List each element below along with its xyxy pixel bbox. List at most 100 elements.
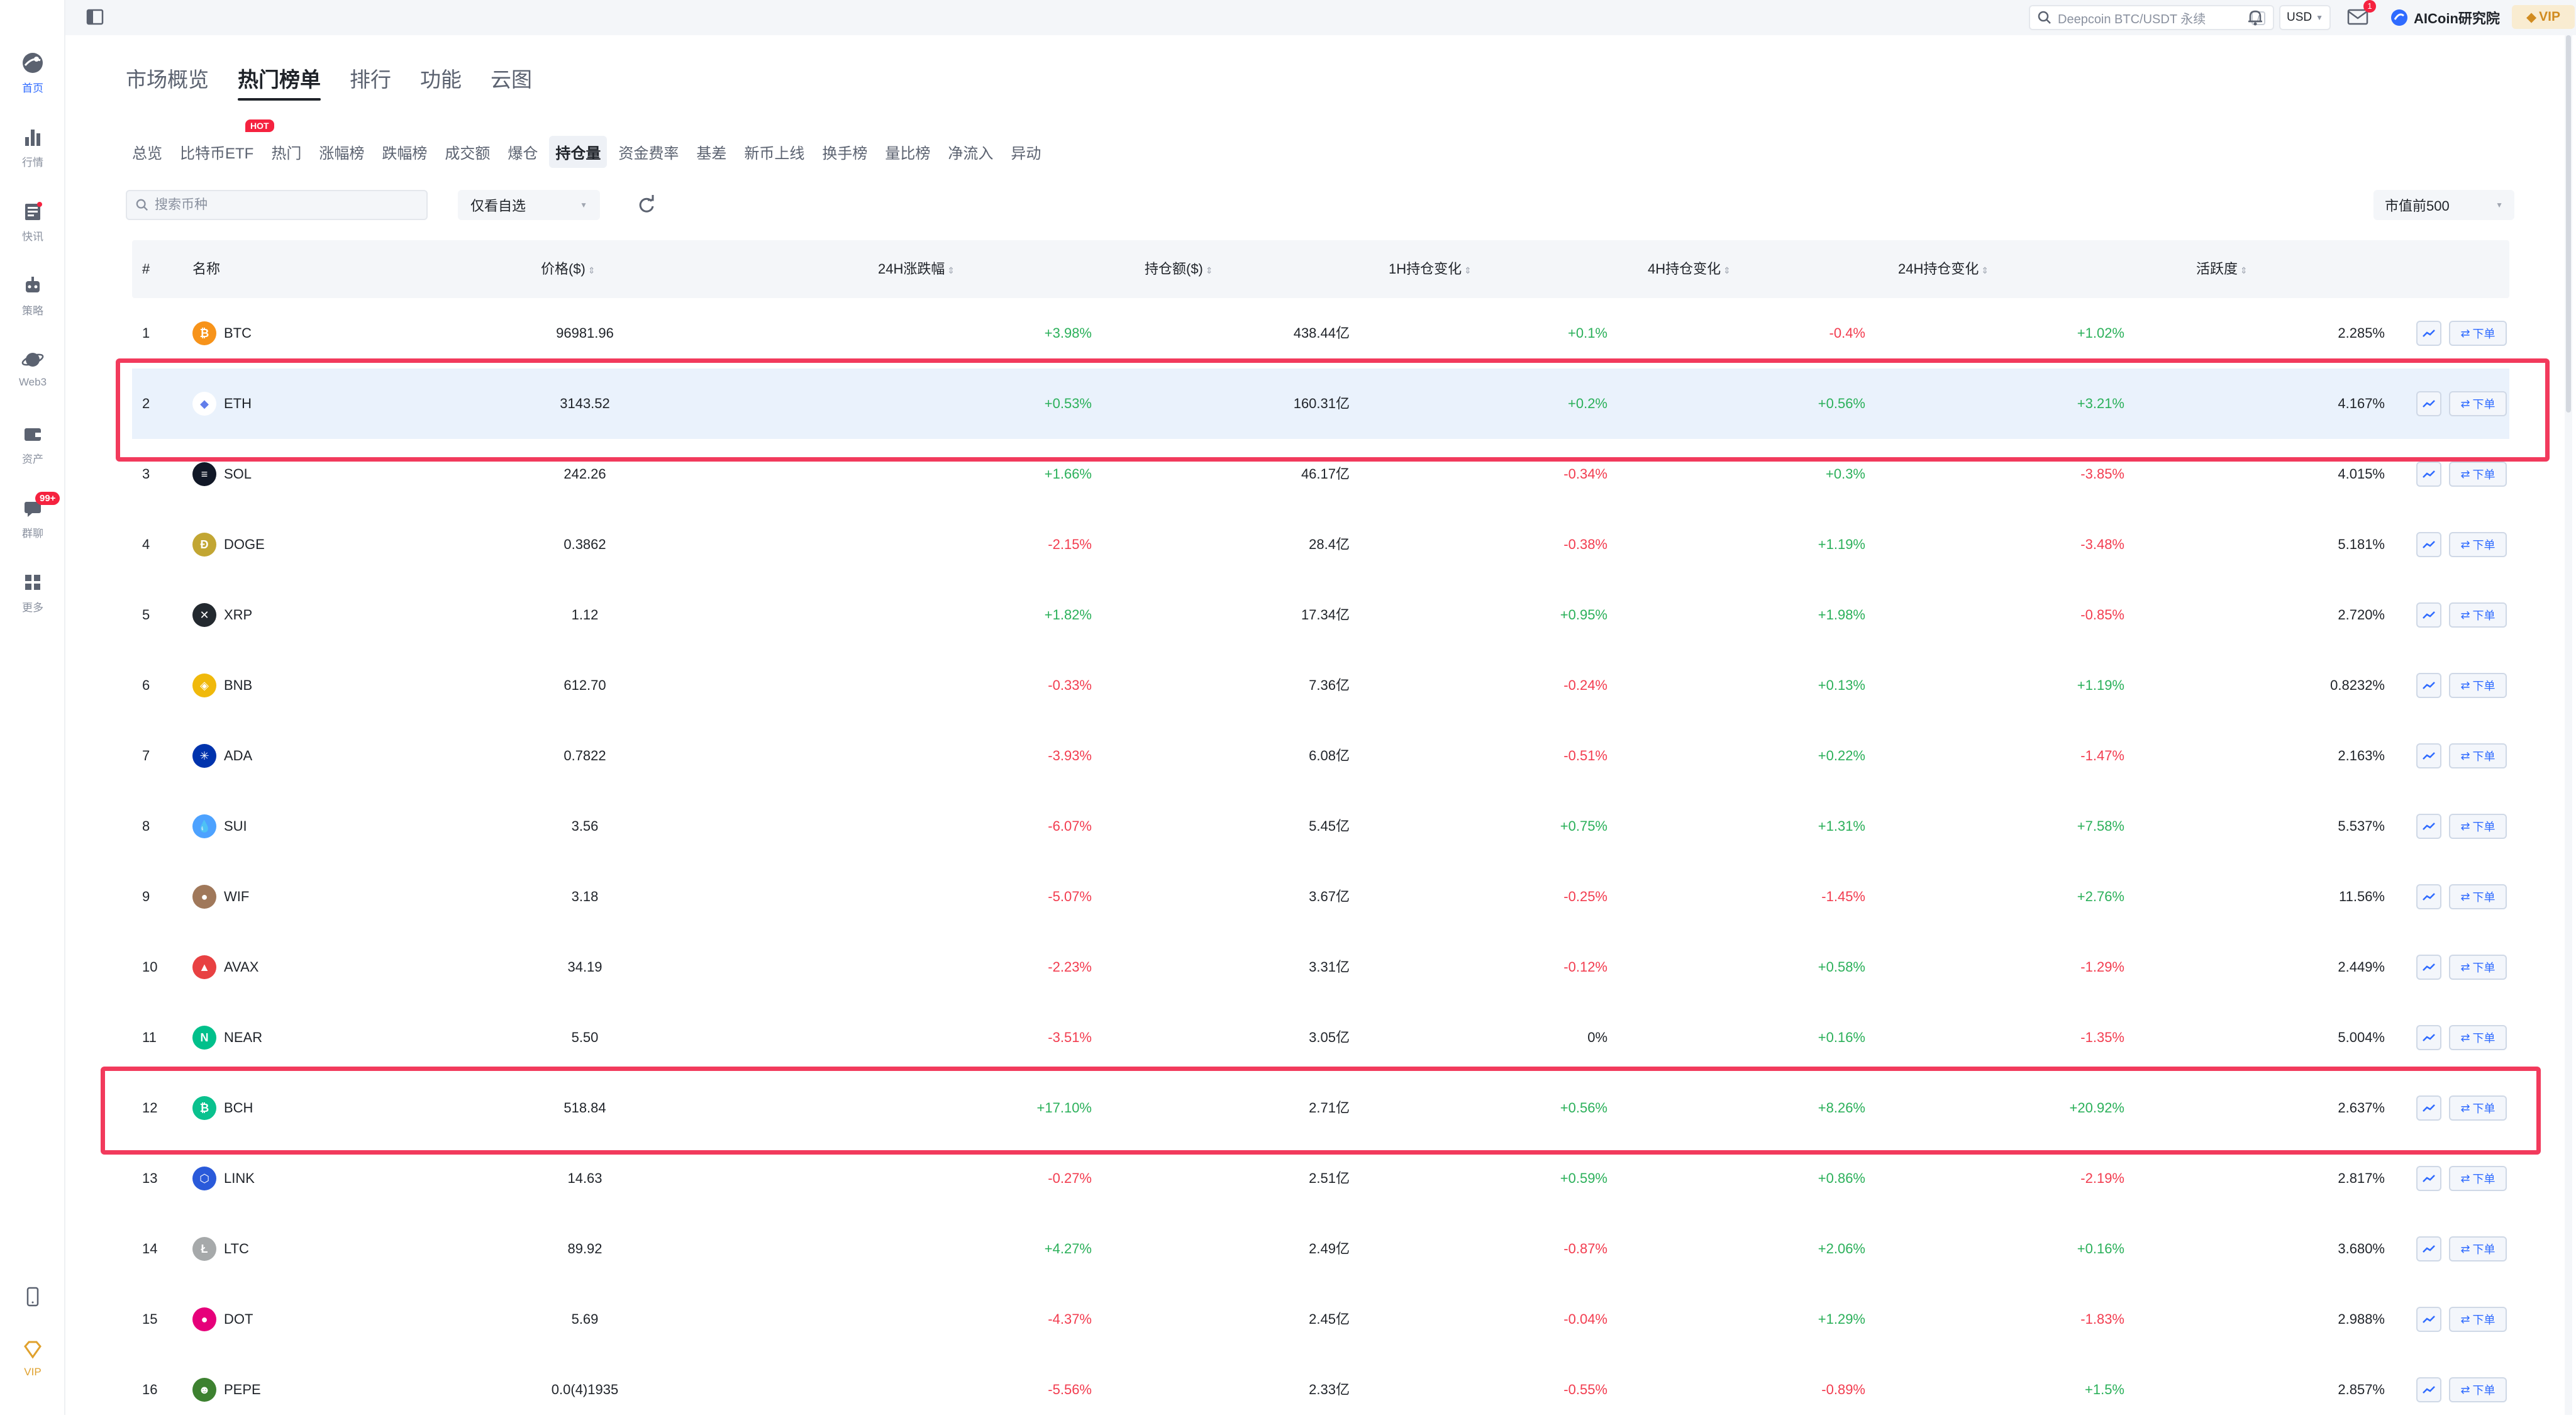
order-button[interactable]: ⇄ 下单 (2449, 1377, 2507, 1402)
table-row[interactable]: 7 ✳ ADA 0.7822 -3.93% 6.08亿 -0.51% +0.22% -1.47%… (132, 721, 2509, 791)
vip-button[interactable]: ◆ VIP (2512, 5, 2575, 29)
chart-button[interactable] (2416, 884, 2441, 909)
coin-name-cell[interactable]: ◆ ETH (192, 369, 252, 439)
coin-search-field[interactable] (126, 190, 428, 220)
coin-name-cell[interactable]: Ð DOGE (192, 509, 265, 580)
coin-search-input[interactable] (155, 197, 406, 213)
coin-name-cell[interactable]: ☻ PEPE (192, 1355, 261, 1425)
coin-name-cell[interactable]: ● DOT (192, 1284, 253, 1355)
sidebar-item-more[interactable]: 更多 (0, 570, 65, 633)
chart-button[interactable] (2416, 814, 2441, 839)
coin-name-cell[interactable]: ▲ AVAX (192, 932, 258, 1002)
sub-tab-1[interactable]: 比特币ETF (174, 136, 260, 168)
table-row[interactable]: 10 ▲ AVAX 34.19 -2.23% 3.31亿 -0.12% +0.58% -1.29… (132, 932, 2509, 1002)
chart-button[interactable] (2416, 743, 2441, 768)
order-button[interactable]: ⇄ 下单 (2449, 673, 2507, 698)
sub-tab-3[interactable]: 涨幅榜 (313, 136, 370, 168)
coin-name-cell[interactable]: ⬡ LINK (192, 1143, 255, 1214)
order-button[interactable]: ⇄ 下单 (2449, 321, 2507, 346)
favorites-filter-select[interactable]: 仅看自选 ▼ (458, 190, 600, 220)
table-row[interactable]: 6 ◈ BNB 612.70 -0.33% 7.36亿 -0.24% +0.13% +1.19%… (132, 650, 2509, 721)
tab-cloud-map[interactable]: 云图 (491, 63, 532, 101)
order-button[interactable]: ⇄ 下单 (2449, 743, 2507, 768)
refresh-icon[interactable] (634, 192, 659, 218)
table-row[interactable]: 2 ◆ ETH 3143.52 +0.53% 160.31亿 +0.2% +0.56% +3.2… (132, 369, 2509, 439)
sub-tab-7[interactable]: 持仓量 (549, 136, 608, 168)
table-row[interactable]: 16 ☻ PEPE 0.0(4)1935 -5.56% 2.33亿 -0.55% -0.89%… (132, 1355, 2509, 1425)
sub-tab-14[interactable]: 异动 (1004, 136, 1047, 168)
tab-ranking[interactable]: 排行 (350, 63, 391, 101)
column-header-oi24h[interactable]: 24H持仓变化 ⇕ (1898, 240, 1989, 298)
table-row[interactable]: 3 ≡ SOL 242.26 +1.66% 46.17亿 -0.34% +0.3% -3.85%… (132, 439, 2509, 509)
chart-button[interactable] (2416, 462, 2441, 487)
page-scrollbar[interactable] (2565, 35, 2572, 1415)
coin-name-cell[interactable]: N NEAR (192, 1002, 262, 1073)
sub-tab-4[interactable]: 跌幅榜 (375, 136, 433, 168)
coin-name-cell[interactable]: ✕ XRP (192, 580, 252, 650)
coin-name-cell[interactable]: ≡ SOL (192, 439, 252, 509)
table-row[interactable]: 9 ● WIF 3.18 -5.07% 3.67亿 -0.25% -1.45% +2.76% 11… (132, 862, 2509, 932)
order-button[interactable]: ⇄ 下单 (2449, 1307, 2507, 1332)
tab-hot-lists[interactable]: 热门榜单 (238, 63, 321, 101)
column-header-activity[interactable]: 活跃度 ⇕ (2196, 240, 2248, 298)
column-header-oi1h[interactable]: 1H持仓变化 ⇕ (1389, 240, 1472, 298)
sub-tab-13[interactable]: 净流入 (941, 136, 999, 168)
sidebar-item-chat[interactable]: 99+ 群聊 (0, 492, 65, 558)
sidebar-item-home[interactable]: 首页 (0, 50, 65, 113)
column-header-price[interactable]: 价格($) ⇕ (541, 240, 596, 298)
order-button[interactable]: ⇄ 下单 (2449, 884, 2507, 909)
chart-button[interactable] (2416, 532, 2441, 557)
table-row[interactable]: 15 ● DOT 5.69 -4.37% 2.45亿 -0.04% +1.29% -1.83% 2… (132, 1284, 2509, 1355)
scrollbar-thumb[interactable] (2566, 35, 2571, 413)
chart-button[interactable] (2416, 1307, 2441, 1332)
tab-market-overview[interactable]: 市场概览 (126, 63, 209, 101)
order-button[interactable]: ⇄ 下单 (2449, 462, 2507, 487)
sidebar-item-assets[interactable]: 资产 (0, 421, 65, 484)
market-cap-filter-select[interactable]: 市值前500 ▼ (2373, 190, 2514, 220)
order-button[interactable]: ⇄ 下单 (2449, 1025, 2507, 1050)
chart-button[interactable] (2416, 1166, 2441, 1191)
table-row[interactable]: 11 N NEAR 5.50 -3.51% 3.05亿 0% +0.16% -1.35% 5.00… (132, 1002, 2509, 1073)
coin-name-cell[interactable]: ✳ ADA (192, 721, 252, 791)
order-button[interactable]: ⇄ 下单 (2449, 1236, 2507, 1261)
order-button[interactable]: ⇄ 下单 (2449, 1166, 2507, 1191)
table-row[interactable]: 8 💧 SUI 3.56 -6.07% 5.45亿 +0.75% +1.31% +7.58% 5.… (132, 791, 2509, 862)
chart-button[interactable] (2416, 1095, 2441, 1121)
coin-name-cell[interactable]: ₿ BTC (192, 298, 252, 369)
table-row[interactable]: 12 ₿ BCH 518.84 +17.10% 2.71亿 +0.56% +8.26% +20.… (132, 1073, 2509, 1143)
table-row[interactable]: 13 ⬡ LINK 14.63 -0.27% 2.51亿 +0.59% +0.86% -2.19… (132, 1143, 2509, 1214)
column-header-oi4h[interactable]: 4H持仓变化 ⇕ (1648, 240, 1731, 298)
coin-name-cell[interactable]: Ł LTC (192, 1214, 249, 1284)
sidebar-item-strategy[interactable]: 策略 (0, 273, 65, 336)
sidebar-item-news[interactable]: 快讯 (0, 199, 65, 262)
chart-button[interactable] (2416, 321, 2441, 346)
order-button[interactable]: ⇄ 下单 (2449, 1095, 2507, 1121)
chart-button[interactable] (2416, 602, 2441, 628)
table-row[interactable]: 1 ₿ BTC 96981.96 +3.98% 438.44亿 +0.1% -0.4% +1.0… (132, 298, 2509, 369)
table-row[interactable]: 4 Ð DOGE 0.3862 -2.15% 28.4亿 -0.38% +1.19% -3.48… (132, 509, 2509, 580)
sub-tab-9[interactable]: 基差 (690, 136, 733, 168)
sub-tab-10[interactable]: 新币上线 (738, 136, 811, 168)
order-button[interactable]: ⇄ 下单 (2449, 532, 2507, 557)
sidebar-item-web3[interactable]: Web3 (0, 347, 65, 410)
coin-name-cell[interactable]: ◈ BNB (192, 650, 252, 721)
column-header-change24h[interactable]: 24H涨跌幅 ⇕ (878, 240, 955, 298)
chart-button[interactable] (2416, 391, 2441, 416)
coin-name-cell[interactable]: ● WIF (192, 862, 249, 932)
sub-tab-5[interactable]: 成交额 (438, 136, 496, 168)
currency-select[interactable]: USD ▼ (2279, 5, 2331, 30)
tab-features[interactable]: 功能 (420, 63, 462, 101)
chart-button[interactable] (2416, 1025, 2441, 1050)
order-button[interactable]: ⇄ 下单 (2449, 814, 2507, 839)
coin-name-cell[interactable]: ₿ BCH (192, 1073, 253, 1143)
sub-tab-6[interactable]: 爆仓 (501, 136, 544, 168)
order-button[interactable]: ⇄ 下单 (2449, 955, 2507, 980)
bell-icon[interactable] (2245, 8, 2265, 28)
sub-tab-11[interactable]: 换手榜 (816, 136, 874, 168)
chart-button[interactable] (2416, 673, 2441, 698)
coin-name-cell[interactable]: 💧 SUI (192, 791, 247, 862)
column-header-oi[interactable]: 持仓额($) ⇕ (1145, 240, 1213, 298)
sub-tab-2[interactable]: 热门 (265, 136, 308, 168)
user-menu[interactable]: AICoin研究院 (2390, 6, 2500, 29)
collapse-sidebar-icon[interactable] (86, 8, 104, 26)
